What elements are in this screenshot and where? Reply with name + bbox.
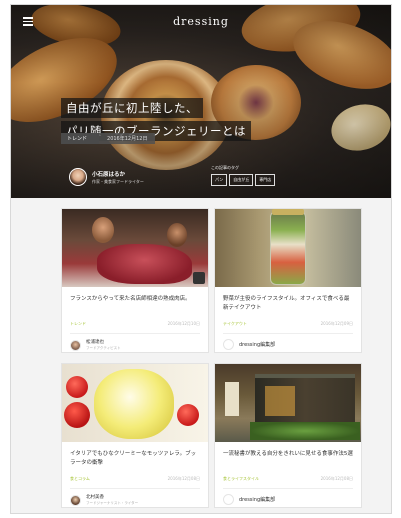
author-name: dressing編集部 [239, 342, 276, 348]
hero-date: 2016年12月12日 [99, 133, 156, 144]
article-date: 2016年12月09日 [320, 321, 353, 326]
camera-icon [193, 272, 205, 284]
article-card[interactable]: 一流秘書が教える自分をきれいに見せる食事作法5選 食とライフスタイル 2016年… [214, 363, 362, 508]
author-avatar [69, 168, 87, 186]
article-title[interactable]: フランスからやって来た名店師相達の熟成肉店。 [62, 287, 208, 321]
hero-author-role: 作家・美食家フードライター [92, 178, 144, 184]
hero-author[interactable]: 小石原はるか 作家・美食家フードライター [69, 168, 144, 186]
author-name: 松浦達也 [86, 340, 104, 345]
article-category[interactable]: 食とライフスタイル [223, 476, 259, 482]
article-thumbnail[interactable] [62, 364, 208, 442]
tag-specialty-store[interactable]: 専門店 [255, 174, 276, 186]
author-avatar [223, 494, 234, 505]
article-card[interactable]: イタリアでもひなクリーミーなモッツァレラ。ブッラータの衝撃 食とコラム 2016… [61, 363, 209, 508]
tags-label: この記事のタグ [211, 165, 239, 170]
hero-author-name: 小石原はるか [92, 171, 126, 178]
hero-title-line-1: 自由が丘に初上陸した、 [61, 98, 203, 118]
article-date: 2016年12月10日 [167, 321, 200, 326]
hero-meta: トレンド 2016年12月12日 [61, 133, 156, 144]
article-title[interactable]: 野菜が主役のライフスタイル。オフィスで食べる最新テイクアウト [215, 287, 361, 321]
author-avatar [223, 339, 234, 350]
author-avatar [70, 339, 81, 351]
article-author[interactable]: dressing編集部 [215, 489, 361, 505]
author-role: フードアクティビスト [86, 346, 121, 350]
article-author[interactable]: dressing編集部 [215, 334, 361, 350]
author-role: フードジャーナリスト・ライター [86, 501, 139, 505]
article-category[interactable]: テイクアウト [223, 321, 247, 327]
hero-tags: この記事のタグ パン 自由が丘 専門店 [211, 165, 276, 186]
article-thumbnail[interactable] [62, 209, 208, 287]
author-avatar [70, 494, 81, 506]
article-title[interactable]: イタリアでもひなクリーミーなモッツァレラ。ブッラータの衝撃 [62, 442, 208, 476]
article-title[interactable]: 一流秘書が教える自分をきれいに見せる食事作法5選 [215, 442, 361, 476]
tag-jiyugaoka[interactable]: 自由が丘 [229, 174, 254, 186]
article-card[interactable]: フランスからやって来た名店師相達の熟成肉店。 トレンド 2016年12月10日 … [61, 208, 209, 353]
article-card[interactable]: 野菜が主役のライフスタイル。オフィスで食べる最新テイクアウト テイクアウト 20… [214, 208, 362, 353]
article-author[interactable]: 北村美香 フードジャーナリスト・ライター [62, 489, 208, 506]
article-thumbnail[interactable] [215, 364, 361, 442]
article-author[interactable]: 松浦達也 フードアクティビスト [62, 334, 208, 351]
hero-banner[interactable]: dressing 自由が丘に初上陸した、 パリ随一のブーランジェリーとは トレン… [11, 5, 391, 198]
article-thumbnail[interactable] [215, 209, 361, 287]
author-name: dressing編集部 [239, 497, 276, 503]
hero-category-badge[interactable]: トレンド [61, 133, 100, 144]
article-category[interactable]: 食とコラム [70, 476, 90, 482]
tag-bread[interactable]: パン [211, 174, 228, 186]
author-name: 北村美香 [86, 495, 104, 500]
site-logo[interactable]: dressing [11, 15, 391, 28]
article-date: 2016年12月08日 [167, 476, 200, 481]
article-category[interactable]: トレンド [70, 321, 86, 327]
article-date: 2016年12月08日 [320, 476, 353, 481]
browser-viewport: dressing 自由が丘に初上陸した、 パリ随一のブーランジェリーとは トレン… [10, 4, 392, 514]
